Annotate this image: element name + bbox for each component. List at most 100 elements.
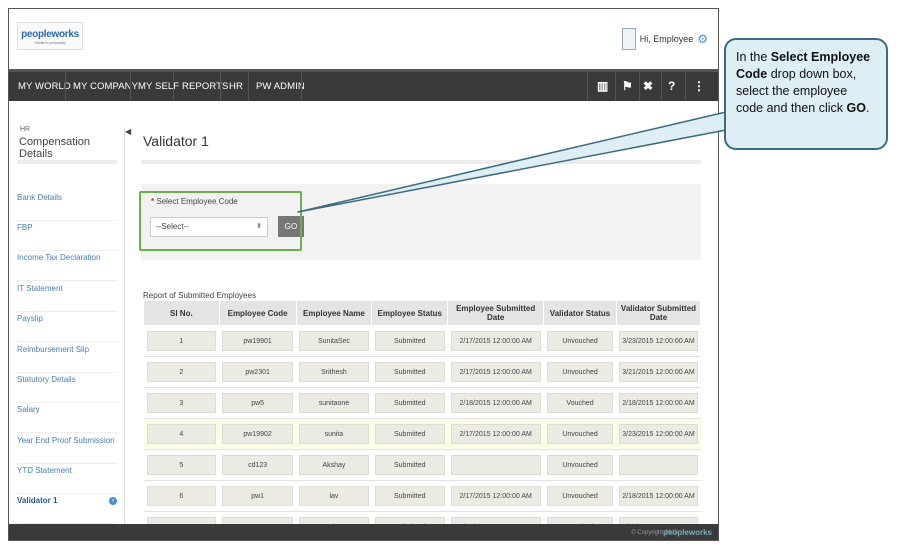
logo-tagline: Mobile to productivity xyxy=(34,40,66,45)
nav-hr[interactable]: HR xyxy=(229,72,243,101)
sidebar-item-salary[interactable]: Salary xyxy=(17,403,117,433)
sidebar-item-bank-details[interactable]: Bank Details xyxy=(17,191,117,221)
footer-logo: peopleworks xyxy=(663,528,712,537)
sidebar-divider xyxy=(17,160,117,164)
column-header: Validator Submitted Date xyxy=(615,300,702,326)
go-button[interactable]: GO xyxy=(278,216,304,237)
nav-divider xyxy=(248,72,249,101)
filter-panel: * Select Employee Code --Select-- ⬍ GO xyxy=(141,184,701,260)
employee-code-select[interactable]: --Select-- ⬍ xyxy=(150,217,268,237)
cell-employee-status: Submitted xyxy=(374,362,445,382)
table-row-highlighted[interactable]: 4 pw19902 sunita Submitted 2/17/2015 12:… xyxy=(143,418,701,450)
cell-sl-no: 5 xyxy=(146,455,217,475)
report-title: Report of Submitted Employees xyxy=(143,291,256,300)
cell-employee-submitted-date: 2/17/2015 12:00:00 AM xyxy=(450,331,541,351)
submitted-employees-table: Sl No. Employee Code Employee Name Emplo… xyxy=(143,300,702,540)
nav-my-world[interactable]: MY WORLD xyxy=(18,72,71,101)
nav-divider xyxy=(639,72,640,101)
flag-icon[interactable]: ⚑ xyxy=(622,79,633,93)
main-content: Validator 1 * Select Employee Code --Sel… xyxy=(133,116,718,540)
sidebar-item-ytd-statement[interactable]: YTD Statement xyxy=(17,464,117,494)
cell-sl-no: 6 xyxy=(146,486,217,506)
instruction-callout: In the Select Employee Code drop down bo… xyxy=(724,38,888,150)
cell-employee-name: Akshay xyxy=(299,455,369,475)
cell-employee-submitted-date xyxy=(450,455,541,475)
cell-employee-code: pw1 xyxy=(222,486,294,506)
sidebar-collapse-toggle[interactable]: ◀ xyxy=(124,127,132,527)
nav-divider xyxy=(615,72,616,101)
nav-divider xyxy=(685,72,686,101)
table-row[interactable]: 2 pw2301 Srithesh Submitted 2/17/2015 12… xyxy=(143,356,701,388)
cell-employee-code: pw2301 xyxy=(222,362,294,382)
arrow-circle-icon: › xyxy=(109,497,117,505)
sidebar-item-statutory-details[interactable]: Statutory Details xyxy=(17,373,117,403)
book-icon[interactable]: ▥ xyxy=(597,79,608,93)
select-caret-icon: ⬍ xyxy=(256,223,262,230)
column-header: Sl No. xyxy=(143,300,220,326)
cell-validator-submitted-date: 3/21/2015 12:00:00 AM xyxy=(619,362,698,382)
table-row[interactable]: 6 pw1 lav Submitted 2/17/2015 12:00:00 A… xyxy=(143,480,701,512)
required-asterisk: * xyxy=(151,197,155,206)
title-divider xyxy=(141,160,701,164)
cell-employee-code: cd123 xyxy=(222,455,294,475)
cell-validator-status: Unvouched xyxy=(546,486,614,506)
table-header-row: Sl No. Employee Code Employee Name Emplo… xyxy=(143,300,702,326)
sidebar-item-year-end-proof[interactable]: Year End Proof Submission xyxy=(17,434,117,464)
cell-employee-name: sunitaone xyxy=(299,393,369,413)
nav-divider xyxy=(130,72,131,101)
logo-text: peopleworks xyxy=(21,29,79,40)
cell-validator-submitted-date: 3/23/2015 12:00:00 AM xyxy=(619,331,698,351)
gear-icon[interactable]: ⚙ xyxy=(697,32,708,46)
app-window: peopleworks Mobile to productivity Hi, E… xyxy=(8,8,719,541)
employee-code-select-value: --Select-- xyxy=(156,222,189,231)
chevron-left-icon[interactable]: ◀ xyxy=(125,127,131,136)
cell-employee-status: Submitted xyxy=(374,393,445,413)
cell-sl-no: 3 xyxy=(146,393,217,413)
table-row[interactable]: 3 pw5 sunitaone Submitted 2/18/2015 12:0… xyxy=(143,387,701,419)
cell-validator-status: Unvouched xyxy=(546,362,614,382)
user-menu[interactable]: Hi, Employee ⚙ xyxy=(621,28,708,50)
help-icon[interactable]: ? xyxy=(668,79,675,93)
sidebar-item-income-tax-declaration[interactable]: Income Tax Declaration xyxy=(17,251,117,281)
sidebar-section: HR xyxy=(20,126,31,133)
sitemap-icon[interactable]: ⋮ xyxy=(693,79,705,93)
cell-employee-submitted-date: 2/17/2015 12:00:00 AM xyxy=(450,486,541,506)
callout-bold: GO xyxy=(846,101,866,115)
column-header: Employee Status xyxy=(371,300,449,326)
sidebar-item-it-statement[interactable]: IT Statement xyxy=(17,282,117,312)
table-row[interactable]: 1 pw19901 SunitaSec Submitted 2/17/2015 … xyxy=(143,325,701,357)
cell-validator-status: Unvouched xyxy=(546,331,614,351)
cell-employee-submitted-date: 2/17/2015 12:00:00 AM xyxy=(450,362,541,382)
tools-icon[interactable]: ✖ xyxy=(643,79,653,93)
avatar[interactable] xyxy=(621,28,636,50)
cell-sl-no: 4 xyxy=(146,424,217,444)
cell-employee-name: Srithesh xyxy=(299,362,369,382)
sidebar-item-payslip[interactable]: Payslip xyxy=(17,312,117,342)
brand-logo[interactable]: peopleworks Mobile to productivity xyxy=(17,22,83,50)
sidebar: HR Compensation Details Bank Details FBP… xyxy=(9,116,124,526)
nav-my-company[interactable]: MY COMPANY xyxy=(73,72,138,101)
employee-code-label: * Select Employee Code xyxy=(151,197,238,206)
cell-validator-submitted-date xyxy=(619,455,698,475)
nav-divider xyxy=(220,72,221,101)
column-header: Employee Code xyxy=(218,300,297,326)
cell-validator-submitted-date: 2/18/2015 12:00:00 AM xyxy=(619,393,698,413)
cell-employee-status: Submitted xyxy=(374,331,445,351)
nav-pw-admin[interactable]: PW ADMIN xyxy=(256,72,305,101)
cell-employee-code: pw19902 xyxy=(222,424,294,444)
cell-employee-code: pw5 xyxy=(222,393,294,413)
column-header: Employee Name xyxy=(295,300,373,326)
user-greeting: Hi, Employee xyxy=(639,34,694,44)
nav-divider xyxy=(65,72,66,101)
footer: © Copyright 2015 peopleworks xyxy=(9,524,718,540)
nav-reports[interactable]: REPORTS xyxy=(182,72,228,101)
sidebar-item-reimbursement-slip[interactable]: Reimbursement Slip xyxy=(17,343,117,373)
main-nav: MY WORLD MY COMPANY MY SELF REPORTS HR P… xyxy=(9,69,718,101)
sidebar-item-fbp[interactable]: FBP xyxy=(17,221,117,251)
table-row[interactable]: 5 cd123 Akshay Submitted Unvouched xyxy=(143,449,701,481)
sidebar-item-validator-1[interactable]: Validator 1 › xyxy=(17,494,117,524)
cell-employee-name: SunitaSec xyxy=(299,331,369,351)
callout-text: In the xyxy=(736,50,771,64)
callout-text: . xyxy=(865,101,870,115)
nav-divider xyxy=(587,72,588,101)
